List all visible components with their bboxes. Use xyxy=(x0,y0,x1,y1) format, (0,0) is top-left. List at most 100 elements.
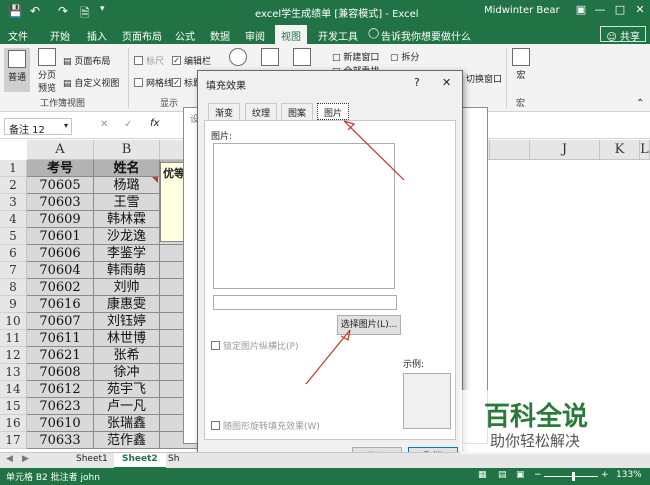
tab-gradient[interactable]: 渐变 xyxy=(208,103,241,120)
row-header[interactable]: 13 xyxy=(0,364,27,381)
row-header[interactable]: 17 xyxy=(0,432,27,449)
custom-view-button[interactable]: ▤ 自定义视图 xyxy=(63,76,119,89)
table-cell[interactable]: 康惠雯 xyxy=(94,296,160,313)
table-cell[interactable]: 70616 xyxy=(27,296,94,313)
table-cell[interactable]: 70608 xyxy=(27,364,94,381)
ruler-checkbox[interactable]: 标尺 xyxy=(134,54,164,67)
zoom-100-button[interactable] xyxy=(258,48,282,68)
page-layout-status-icon[interactable]: ▤ xyxy=(498,470,507,480)
scroll-left-icon[interactable]: ◀ xyxy=(6,454,13,464)
normal-view-status-icon[interactable]: ▦ xyxy=(478,470,487,480)
table-cell[interactable]: 70609 xyxy=(27,211,94,228)
column-header[interactable]: A xyxy=(27,140,94,160)
row-header[interactable]: 11 xyxy=(0,330,27,347)
column-header[interactable]: L xyxy=(640,140,650,160)
row-header[interactable]: 1 xyxy=(0,160,27,177)
tab-picture[interactable]: 图片 xyxy=(317,103,350,120)
zoom-slider[interactable] xyxy=(544,476,598,477)
zoom-slider-handle[interactable] xyxy=(572,472,575,481)
close-icon[interactable]: ✕ xyxy=(442,76,451,89)
row-header[interactable]: 9 xyxy=(0,296,27,313)
split-button[interactable]: ▢ 拆分 xyxy=(390,50,419,63)
tab-review[interactable]: 审阅 xyxy=(245,28,265,43)
sheet-tab-sheet2[interactable]: Sheet2 xyxy=(114,453,166,469)
tab-insert[interactable]: 插入 xyxy=(87,28,107,43)
table-cell[interactable]: 70604 xyxy=(27,262,94,279)
table-cell[interactable]: 张希 xyxy=(94,347,160,364)
tell-me-input[interactable]: 告诉我你想要做什么 xyxy=(381,28,471,43)
share-button[interactable]: ☺ 共享 xyxy=(600,26,646,43)
select-picture-button[interactable]: 选择图片(L)... xyxy=(337,315,401,335)
row-header[interactable]: 4 xyxy=(0,211,27,228)
table-cell[interactable]: 李鉴学 xyxy=(94,245,160,262)
enter-icon[interactable]: ✓ xyxy=(124,119,132,130)
table-cell[interactable]: 韩林霖 xyxy=(94,211,160,228)
header-cell[interactable]: 考号 xyxy=(27,160,94,177)
row-header[interactable]: 7 xyxy=(0,262,27,279)
row-header[interactable]: 8 xyxy=(0,279,27,296)
zoom-button[interactable] xyxy=(226,48,250,68)
lock-aspect-checkbox[interactable]: 锁定图片纵横比(P) xyxy=(211,339,298,352)
row-header[interactable]: 14 xyxy=(0,381,27,398)
minimize-icon[interactable]: — xyxy=(592,3,608,19)
fx-button[interactable]: fx xyxy=(150,118,159,129)
close-icon[interactable]: ✕ xyxy=(632,3,648,19)
table-cell[interactable]: 70621 xyxy=(27,347,94,364)
row-header[interactable]: 2 xyxy=(0,177,27,194)
cancel-icon[interactable]: ✕ xyxy=(100,119,108,130)
column-header[interactable] xyxy=(490,140,530,160)
switch-windows-button[interactable]: 切换窗口 xyxy=(466,72,502,85)
tab-home[interactable]: 开始 xyxy=(50,28,70,43)
tab-view[interactable]: 视图 xyxy=(275,25,307,44)
zoom-level[interactable]: 133% xyxy=(616,470,642,480)
table-cell[interactable]: 70612 xyxy=(27,381,94,398)
table-cell[interactable]: 70601 xyxy=(27,228,94,245)
sheet-tab-sheet3[interactable]: Sh xyxy=(160,453,187,469)
table-cell[interactable]: 范作鑫 xyxy=(94,432,160,449)
table-cell[interactable]: 王雪 xyxy=(94,194,160,211)
row-header[interactable]: 3 xyxy=(0,194,27,211)
table-cell[interactable]: 卢一凡 xyxy=(94,398,160,415)
ribbon-display-icon[interactable]: ▣ xyxy=(573,3,589,19)
table-cell[interactable]: 刘钰婷 xyxy=(94,313,160,330)
maximize-icon[interactable]: □ xyxy=(612,3,628,19)
name-box[interactable]: 备注 12 ▾ xyxy=(4,118,72,136)
tab-texture[interactable]: 纹理 xyxy=(245,103,278,120)
table-cell[interactable]: 韩雨萌 xyxy=(94,262,160,279)
help-button[interactable]: ? xyxy=(414,76,420,89)
row-header[interactable]: 5 xyxy=(0,228,27,245)
tab-page-layout[interactable]: 页面布局 xyxy=(122,28,162,43)
undo-icon[interactable]: ↶ xyxy=(30,4,40,18)
page-break-button[interactable]: 分页 预览 xyxy=(34,48,60,94)
macros-button[interactable]: 宏 xyxy=(510,48,532,81)
collapse-ribbon-icon[interactable]: ⌃ xyxy=(636,98,644,109)
save-icon[interactable]: 💾 xyxy=(8,4,23,18)
row-header[interactable]: 16 xyxy=(0,415,27,432)
table-cell[interactable]: 70605 xyxy=(27,177,94,194)
gridlines-checkbox[interactable]: 网格线 xyxy=(134,76,173,89)
zoom-out-icon[interactable]: − xyxy=(534,470,542,480)
new-icon[interactable]: 🗎 xyxy=(80,4,90,25)
tab-pattern[interactable]: 图案 xyxy=(281,103,314,120)
zoom-selection-button[interactable] xyxy=(290,48,314,68)
tab-data[interactable]: 数据 xyxy=(210,28,230,43)
table-cell[interactable]: 70610 xyxy=(27,415,94,432)
row-header[interactable]: 15 xyxy=(0,398,27,415)
table-cell[interactable]: 70611 xyxy=(27,330,94,347)
table-cell[interactable]: 沙龙逸 xyxy=(94,228,160,245)
zoom-in-icon[interactable]: + xyxy=(601,470,609,480)
header-cell[interactable]: 姓名 xyxy=(94,160,160,177)
table-cell[interactable]: 70606 xyxy=(27,245,94,262)
table-cell[interactable]: 林世博 xyxy=(94,330,160,347)
table-cell[interactable]: 苑宇飞 xyxy=(94,381,160,398)
page-break-status-icon[interactable]: ▣ xyxy=(516,470,525,480)
table-cell[interactable]: 70602 xyxy=(27,279,94,296)
table-cell[interactable]: 杨璐 xyxy=(94,177,160,194)
user-name[interactable]: Midwinter Bear xyxy=(484,5,560,16)
table-cell[interactable]: 70633 xyxy=(27,432,94,449)
qat-dropdown-icon[interactable]: ▾ xyxy=(100,4,105,14)
row-header[interactable]: 10 xyxy=(0,313,27,330)
tab-developer[interactable]: 开发工具 xyxy=(318,28,358,43)
scroll-right-icon[interactable]: ▶ xyxy=(22,454,29,464)
table-cell[interactable]: 70623 xyxy=(27,398,94,415)
